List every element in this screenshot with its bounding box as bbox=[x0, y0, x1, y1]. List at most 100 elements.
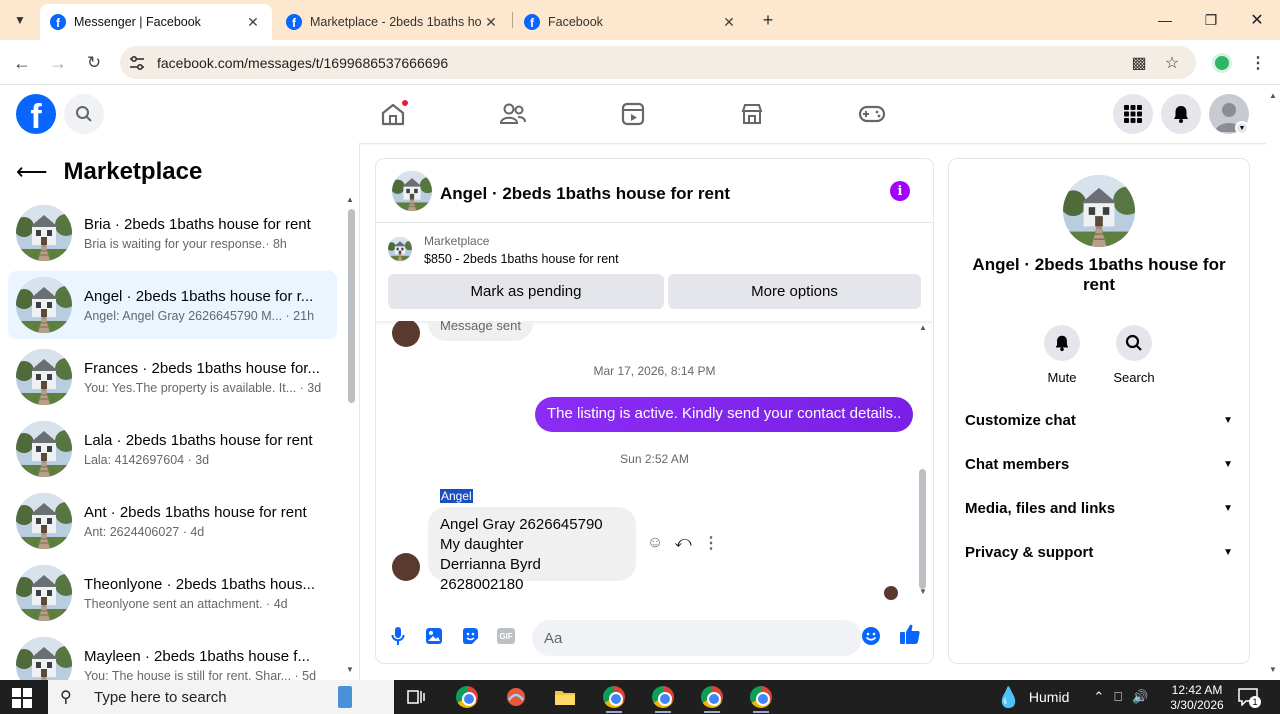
conversation-preview: Theonlyone sent an attachment. · 4d bbox=[84, 596, 288, 611]
tab-facebook[interactable]: f Facebook ✕ bbox=[514, 4, 748, 40]
facebook-favicon-icon: f bbox=[50, 14, 66, 30]
tab-close-icon[interactable]: ✕ bbox=[244, 14, 262, 31]
facebook-search-icon[interactable] bbox=[64, 94, 104, 134]
message-more-icon[interactable]: ⋮ bbox=[700, 532, 722, 554]
tab-close-icon[interactable]: ✕ bbox=[720, 14, 738, 31]
panel-title: Marketplace bbox=[63, 158, 203, 185]
message-input[interactable] bbox=[532, 620, 862, 656]
media-files-links-section[interactable]: Media, files and links ▼ bbox=[965, 493, 1233, 523]
contact-avatar[interactable] bbox=[1063, 175, 1135, 247]
task-view-icon[interactable] bbox=[402, 685, 430, 709]
chrome-profile-u-icon[interactable] bbox=[453, 685, 481, 709]
microphone-icon[interactable] bbox=[387, 625, 409, 647]
restore-icon[interactable]: ❐ bbox=[1196, 8, 1226, 32]
search-conversation-button[interactable]: Search bbox=[1104, 325, 1164, 385]
extension-icon[interactable] bbox=[1212, 53, 1232, 73]
conversation-scrollbar[interactable]: ▲ ▼ bbox=[346, 195, 356, 675]
customize-chat-section[interactable]: Customize chat ▼ bbox=[965, 405, 1233, 435]
notifications-bell-icon[interactable] bbox=[1161, 94, 1201, 134]
conversation-item[interactable]: Ant · 2beds 1baths house for rent Ant: 26… bbox=[8, 487, 337, 555]
notification-center-icon[interactable]: 1 bbox=[1238, 688, 1261, 708]
conversation-item[interactable]: Bria · 2beds 1baths house for rent Bria i… bbox=[8, 199, 337, 267]
scroll-down-icon[interactable]: ▼ bbox=[346, 665, 354, 674]
info-icon[interactable]: i bbox=[890, 181, 910, 201]
section-label: Media, files and links bbox=[965, 499, 1116, 517]
address-bar[interactable]: facebook.com/messages/t/1699686537666696… bbox=[120, 46, 1196, 79]
scroll-up-icon[interactable]: ▲ bbox=[346, 195, 354, 204]
taskbar-clock[interactable]: 12:42 AM 3/30/2026 bbox=[1168, 683, 1226, 713]
scroll-down-icon[interactable]: ▼ bbox=[1269, 665, 1277, 674]
chrome-window-icon[interactable] bbox=[747, 685, 775, 713]
scroll-up-icon[interactable]: ▲ bbox=[919, 323, 927, 332]
facebook-favicon-icon: f bbox=[524, 14, 540, 30]
chat-title[interactable]: Angel · 2beds 1baths house for rent bbox=[440, 184, 730, 204]
message-thread[interactable]: Message sent Mar 17, 2026, 8:14 PM The l… bbox=[376, 321, 933, 601]
mute-button[interactable]: Mute bbox=[1032, 325, 1092, 385]
scroll-thumb[interactable] bbox=[348, 209, 355, 403]
mute-label: Mute bbox=[1047, 370, 1077, 385]
react-emoji-icon[interactable]: ☺ bbox=[644, 532, 666, 554]
listing-thumbnail[interactable] bbox=[388, 237, 412, 261]
message-scrollbar[interactable]: ▲ ▼ bbox=[916, 323, 930, 599]
marketplace-icon[interactable] bbox=[737, 99, 767, 129]
tab-search-chevron-icon[interactable]: ▼ bbox=[9, 9, 31, 31]
chrome-window-icon[interactable] bbox=[649, 685, 677, 713]
minimize-icon[interactable]: — bbox=[1150, 8, 1180, 32]
conversation-item[interactable]: Lala · 2beds 1baths house for rent Lala: … bbox=[8, 415, 337, 483]
mark-as-pending-button[interactable]: Mark as pending bbox=[388, 274, 664, 309]
tab-marketplace[interactable]: f Marketplace - 2beds 1baths ho ✕ bbox=[276, 4, 510, 40]
conversation-item[interactable]: Angel · 2beds 1baths house for r... Angel… bbox=[8, 271, 337, 339]
account-chevron-icon[interactable]: ▼ bbox=[1235, 121, 1249, 135]
gaming-icon[interactable] bbox=[857, 99, 887, 129]
windows-start-icon[interactable] bbox=[12, 688, 32, 708]
weather-text[interactable]: Humid bbox=[1029, 689, 1069, 705]
like-thumb-icon[interactable] bbox=[899, 623, 921, 645]
emoji-icon[interactable] bbox=[860, 625, 882, 647]
meet-now-icon[interactable]: ⎕ bbox=[1114, 689, 1122, 705]
listing-price-title[interactable]: $850 - 2beds 1baths house for rent bbox=[424, 252, 619, 266]
back-arrow-icon[interactable]: ⟵ bbox=[16, 159, 48, 185]
sticker-icon[interactable] bbox=[459, 625, 481, 647]
file-explorer-icon[interactable] bbox=[551, 685, 579, 709]
tab-title: Facebook bbox=[548, 15, 603, 29]
taskbar-search-box[interactable]: ⚲ Type here to search bbox=[48, 680, 394, 714]
friends-icon[interactable] bbox=[498, 99, 528, 129]
tab-close-icon[interactable]: ✕ bbox=[482, 14, 500, 31]
scroll-up-icon[interactable]: ▲ bbox=[1269, 91, 1277, 100]
volume-icon[interactable]: 🔊 bbox=[1132, 689, 1148, 705]
photo-icon[interactable] bbox=[423, 625, 445, 647]
close-window-icon[interactable]: ✕ bbox=[1242, 8, 1272, 32]
bookmark-star-icon[interactable]: ☆ bbox=[1162, 53, 1182, 73]
weather-droplet-icon[interactable]: 💧 bbox=[996, 685, 1021, 710]
install-app-icon[interactable]: ▩ bbox=[1129, 53, 1149, 73]
forward-arrow-icon[interactable]: → bbox=[45, 50, 71, 76]
reply-icon[interactable]: ⤺ bbox=[672, 532, 694, 554]
sender-avatar[interactable] bbox=[392, 321, 420, 347]
new-tab-plus-icon[interactable]: + bbox=[757, 9, 779, 31]
gif-label: GIF bbox=[497, 628, 515, 644]
more-options-button[interactable]: More options bbox=[668, 274, 921, 309]
conversation-item[interactable]: Theonlyone · 2beds 1baths hous... Theonly… bbox=[8, 559, 337, 627]
pinned-app-icon[interactable] bbox=[502, 685, 530, 709]
scroll-down-icon[interactable]: ▼ bbox=[919, 587, 927, 596]
tray-chevron-up-icon[interactable]: ⌃ bbox=[1093, 689, 1104, 705]
conversation-item[interactable]: Frances · 2beds 1baths house for... You: … bbox=[8, 343, 337, 411]
video-icon[interactable] bbox=[618, 99, 648, 129]
browser-menu-icon[interactable]: ⋮ bbox=[1245, 50, 1271, 76]
page-scrollbar[interactable]: ▲ ▼ bbox=[1266, 85, 1280, 680]
menu-grid-icon[interactable] bbox=[1113, 94, 1153, 134]
chat-avatar[interactable] bbox=[392, 171, 432, 211]
back-arrow-icon[interactable]: ← bbox=[9, 50, 35, 76]
scroll-thumb[interactable] bbox=[919, 469, 926, 589]
privacy-support-section[interactable]: Privacy & support ▼ bbox=[965, 537, 1233, 567]
gif-icon[interactable]: GIF bbox=[495, 625, 517, 647]
facebook-logo-icon[interactable]: f bbox=[16, 94, 56, 134]
chrome-active-icon[interactable] bbox=[600, 685, 628, 713]
site-settings-icon[interactable] bbox=[128, 54, 146, 72]
chrome-window-icon[interactable] bbox=[698, 685, 726, 713]
sender-avatar[interactable] bbox=[392, 553, 420, 581]
section-label: Customize chat bbox=[965, 411, 1076, 429]
chat-members-section[interactable]: Chat members ▼ bbox=[965, 449, 1233, 479]
reload-icon[interactable]: ↻ bbox=[81, 50, 107, 76]
tab-messenger[interactable]: f Messenger | Facebook ✕ bbox=[40, 4, 272, 40]
